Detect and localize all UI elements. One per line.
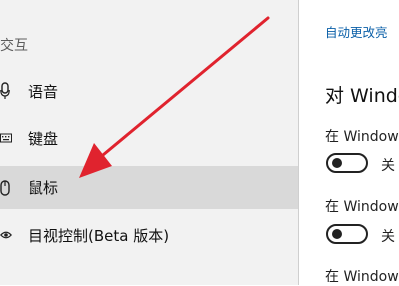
sidebar-item-label: 目视控制(Beta 版本) (28, 226, 170, 245)
sidebar-item-label: 鼠标 (28, 179, 59, 197)
keyboard-icon (0, 128, 14, 148)
toggle-switch[interactable] (326, 153, 368, 173)
toggle-switch[interactable] (326, 224, 368, 244)
microphone-icon (0, 81, 14, 101)
sidebar-item-speech[interactable]: 语音 (0, 72, 298, 110)
eye-control-icon (0, 225, 14, 245)
toggle-state-label: 关 (381, 229, 395, 245)
sidebar: 交互 语音 键盘 鼠标 目视控制(Beta 版本) (0, 0, 299, 285)
setting-label: 在 Window (325, 129, 399, 145)
toggle-state-label: 关 (381, 158, 395, 174)
page-heading: 对 Windo (325, 85, 399, 107)
main-panel: 自动更改亮 对 Windo 在 Window 关 在 Window 关 在 Wi… (299, 0, 399, 285)
sidebar-item-mouse[interactable]: 鼠标 (0, 166, 298, 209)
mouse-icon (0, 178, 14, 198)
sidebar-item-eye-control[interactable]: 目视控制(Beta 版本) (0, 216, 298, 254)
setting-label: 在 Window (325, 199, 399, 215)
sidebar-item-keyboard[interactable]: 键盘 (0, 119, 298, 157)
sidebar-item-label: 键盘 (28, 129, 59, 148)
sidebar-item-label: 语音 (28, 82, 59, 101)
auto-brightness-link[interactable]: 自动更改亮 (325, 22, 388, 41)
section-header: 交互 (0, 38, 28, 54)
setting-label: 在 Window (325, 269, 399, 285)
toggle-knob (332, 229, 342, 239)
toggle-knob (332, 158, 342, 168)
